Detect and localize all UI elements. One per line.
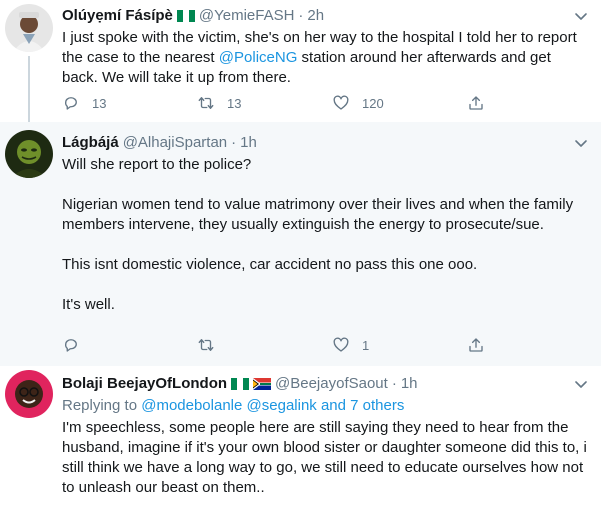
reply-button[interactable] xyxy=(62,336,197,354)
heart-icon xyxy=(333,95,349,110)
tweet-beejayofsaout[interactable]: Bolaji BeejayOfLondon @BeejayofSaout · 1… xyxy=(0,366,601,506)
reply-icon xyxy=(65,339,77,352)
tweet-paragraph: Nigerian women tend to value matrimony o… xyxy=(62,196,574,233)
like-count: 1 xyxy=(362,337,370,353)
tweet-actions: 1 xyxy=(62,336,507,354)
separator-dot: · xyxy=(391,375,397,392)
thread-line xyxy=(28,56,30,122)
retweet-icon xyxy=(198,339,214,351)
retweet-button[interactable] xyxy=(197,336,332,354)
display-name[interactable]: Bolaji BeejayOfLondon xyxy=(62,374,227,394)
mention-link[interactable]: @segalink xyxy=(247,397,317,414)
tweet-text: I just spoke with the victim, she's on h… xyxy=(62,29,577,86)
south-africa-flag-icon xyxy=(253,378,272,390)
user-handle[interactable]: @BeejayofSaout xyxy=(275,374,388,394)
nigeria-flag-icon xyxy=(176,10,195,22)
share-button[interactable] xyxy=(467,336,507,354)
avatar[interactable] xyxy=(5,370,53,418)
share-icon xyxy=(469,338,483,352)
chevron-down-icon[interactable] xyxy=(573,8,589,24)
tweet-yemiefash[interactable]: Olúyẹmí Fásípè @YemieFASH · 2h I just sp… xyxy=(0,0,601,122)
user-handle[interactable]: @YemieFASH xyxy=(199,6,295,26)
chevron-down-icon[interactable] xyxy=(573,135,589,151)
tweet-timestamp[interactable]: 1h xyxy=(401,374,418,394)
mention-link[interactable]: @PoliceNG xyxy=(219,49,298,66)
like-button[interactable]: 120 xyxy=(332,94,467,112)
reply-button[interactable]: 13 xyxy=(62,94,197,112)
display-name[interactable]: Lágbájá xyxy=(62,133,119,153)
retweet-icon xyxy=(198,97,214,109)
tweet-paragraph: This isnt domestic violence, car acciden… xyxy=(62,256,478,273)
tweet-text: Will she report to the police? Nigerian … xyxy=(62,155,589,315)
like-button[interactable]: 1 xyxy=(332,336,467,354)
user-handle[interactable]: @AlhajiSpartan xyxy=(123,133,227,153)
tweet-actions: 13 13 120 xyxy=(62,94,507,112)
tweet-alhajispartan[interactable]: Lágbájá @AlhajiSpartan · 1h Will she rep… xyxy=(0,122,601,366)
nigeria-flag-icon xyxy=(231,378,250,390)
avatar[interactable] xyxy=(5,130,53,178)
avatar[interactable] xyxy=(5,4,53,52)
retweet-button[interactable]: 13 xyxy=(197,94,332,112)
heart-icon xyxy=(333,337,349,352)
replying-to: Replying to @modebolanle @segalink and 7… xyxy=(62,397,405,414)
share-icon xyxy=(469,96,483,110)
like-count: 120 xyxy=(362,95,384,111)
tweet-timestamp[interactable]: 2h xyxy=(307,6,324,26)
tweet-text: I'm speechless, some people here are sti… xyxy=(62,419,587,496)
display-name[interactable]: Olúyẹmí Fásípè xyxy=(62,6,173,26)
reply-icon xyxy=(65,97,77,110)
tweet-paragraph: Will she report to the police? xyxy=(62,156,252,173)
retweet-count: 13 xyxy=(227,95,242,111)
separator-dot: · xyxy=(231,134,237,151)
tweet-timestamp[interactable]: 1h xyxy=(240,133,257,153)
reply-count: 13 xyxy=(92,95,107,111)
tweet-paragraph: It's well. xyxy=(62,296,115,313)
separator-dot: · xyxy=(298,7,304,24)
share-button[interactable] xyxy=(467,94,507,112)
others-link[interactable]: and 7 others xyxy=(321,397,404,414)
chevron-down-icon[interactable] xyxy=(573,376,589,392)
mention-link[interactable]: @modebolanle xyxy=(141,397,242,414)
